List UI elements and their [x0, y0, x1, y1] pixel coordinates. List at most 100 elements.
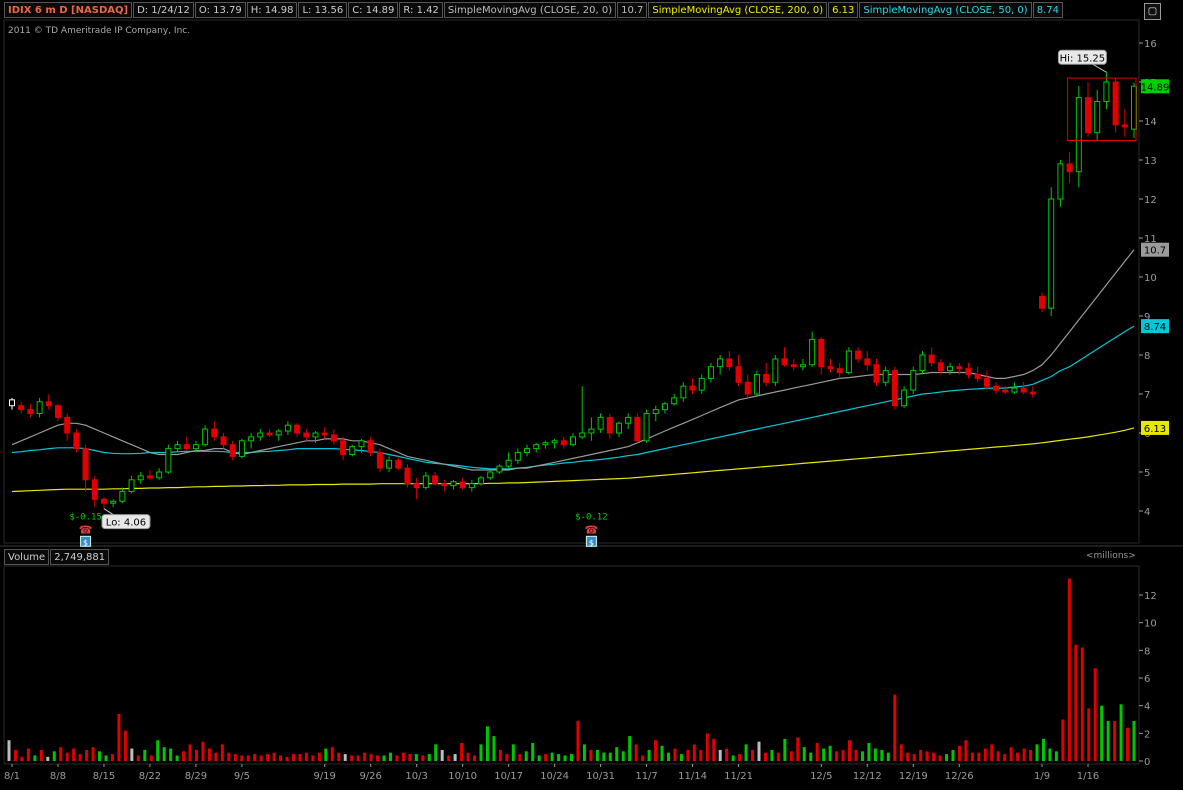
volume-bar	[841, 749, 845, 761]
volume-bar	[679, 754, 683, 761]
volume-bar	[246, 755, 250, 761]
candle-body	[993, 385, 1000, 391]
candle-body	[395, 459, 402, 469]
volume-bar	[123, 730, 127, 761]
candle-body	[551, 440, 558, 444]
candle	[229, 440, 236, 461]
candle-body	[1039, 296, 1046, 309]
candle-body	[615, 422, 622, 434]
volume-bar	[932, 752, 936, 761]
volume-bar	[1003, 754, 1007, 761]
price-tag-text: 6.13	[1144, 424, 1166, 435]
candle-body	[891, 370, 898, 407]
candle	[864, 351, 871, 371]
candle-body	[901, 389, 908, 407]
volume-bar	[253, 754, 257, 761]
volume-bar	[337, 752, 341, 761]
candle	[643, 409, 650, 443]
candle-body	[671, 397, 678, 405]
candle-body	[781, 358, 788, 366]
candle	[551, 438, 558, 449]
candle	[928, 347, 935, 367]
candle	[294, 423, 301, 437]
candle	[340, 436, 347, 461]
volume-bar	[738, 754, 742, 761]
candle-body	[303, 432, 310, 438]
date-tick-label: 10/10	[448, 771, 477, 782]
date-tick-label: 1/16	[1077, 771, 1099, 782]
volume-bar	[634, 744, 638, 761]
candle-body	[873, 364, 880, 383]
volume-bar	[408, 754, 412, 761]
candle-body	[533, 444, 540, 450]
volume-bar	[1022, 748, 1026, 761]
candle-body	[459, 481, 466, 489]
volume-bar	[789, 751, 793, 761]
volume-bar	[673, 748, 677, 761]
candle	[211, 421, 218, 441]
date-tick-label: 9/26	[359, 771, 381, 782]
candle	[827, 358, 834, 373]
candle	[772, 355, 779, 387]
high-annotation: Hi: 15.25	[1057, 49, 1107, 73]
candle	[735, 355, 742, 387]
volume-bar	[699, 749, 703, 761]
candle	[413, 477, 420, 500]
candle	[671, 394, 678, 406]
volume-bar	[608, 752, 612, 761]
candle	[744, 374, 751, 398]
candle-body	[64, 416, 71, 434]
volume-bar	[1126, 727, 1130, 761]
candle-body	[790, 364, 797, 368]
volume-bar	[498, 749, 502, 761]
volume-bar	[485, 726, 489, 761]
candle-body	[468, 483, 475, 489]
volume-bar	[854, 749, 858, 761]
volume-bar	[848, 740, 852, 761]
candle	[146, 470, 153, 480]
annotation-text: Lo: 4.06	[106, 518, 146, 529]
date-tick-label: 10/3	[405, 771, 427, 782]
volume-bar	[26, 748, 30, 761]
volume-bar	[1119, 704, 1123, 761]
volume-bar	[505, 754, 509, 761]
candle-body	[606, 416, 613, 434]
candle	[330, 429, 337, 445]
candle	[1121, 109, 1128, 137]
candle-body	[1048, 198, 1055, 309]
volume-bar	[1100, 705, 1104, 761]
volume-bar	[602, 752, 606, 761]
candle	[395, 456, 402, 471]
candle	[386, 456, 393, 472]
candle-body	[1057, 163, 1064, 200]
volume-bar	[72, 748, 76, 761]
candle-body	[928, 354, 935, 364]
volume-bar	[628, 736, 632, 761]
volume-bar	[466, 752, 470, 761]
volume-bar	[796, 737, 800, 761]
volume-tick-label: 0	[1144, 757, 1150, 768]
annotation-text: Hi: 15.25	[1060, 53, 1105, 64]
candle	[891, 366, 898, 410]
candle-body	[542, 442, 549, 446]
candle	[45, 394, 52, 410]
candle-body	[588, 428, 595, 434]
candle	[524, 444, 531, 457]
date-tick-label: 9/5	[234, 771, 250, 782]
price-volume-chart[interactable]: 456789101112131415160246810128/18/88/158…	[0, 0, 1183, 790]
volume-bar	[143, 749, 147, 761]
volume-bar	[65, 752, 69, 761]
date-tick-label: 8/29	[185, 771, 207, 782]
volume-bar	[272, 752, 276, 761]
candle-body	[864, 358, 871, 366]
candle-body	[404, 467, 411, 485]
candle	[100, 497, 107, 509]
volume-tick-label: 10	[1144, 619, 1157, 630]
volume-bar	[641, 755, 645, 761]
volume-bar	[666, 752, 670, 761]
volume-bar	[182, 751, 186, 761]
price-tag-text: 8.74	[1144, 322, 1166, 333]
candle	[579, 386, 586, 439]
volume-bar	[13, 749, 17, 761]
candle-body	[367, 440, 374, 453]
